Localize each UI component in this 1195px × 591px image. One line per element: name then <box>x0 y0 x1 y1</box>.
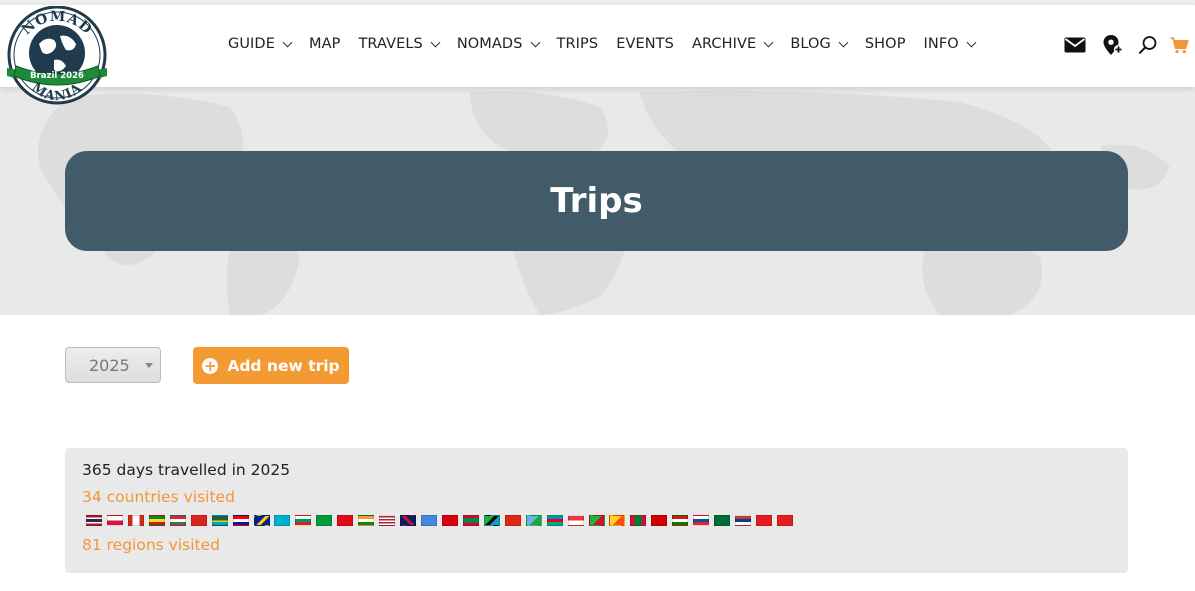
nomad-mania-logo[interactable]: NOMAD Brazil 2026 MANIA <box>4 5 110 112</box>
country-flag-icon[interactable] <box>735 515 752 526</box>
main-nav: GUIDE MAP TRAVELS NOMADS TRIPS EVENTS ARCHIVE B… <box>228 36 993 52</box>
country-flag-icon[interactable] <box>190 515 207 526</box>
country-flag-icon[interactable] <box>421 515 437 526</box>
country-flag-icon[interactable] <box>525 515 542 526</box>
chevron-down-icon <box>282 37 293 47</box>
country-flag-icon[interactable] <box>274 515 291 526</box>
country-flag-icon[interactable] <box>253 515 270 526</box>
chevron-down-icon <box>530 37 540 47</box>
country-flag-icon[interactable] <box>546 515 563 526</box>
country-flag-icon[interactable] <box>169 515 186 526</box>
site-header: GUIDE MAP TRAVELS NOMADS TRIPS EVENTS ARCHIVE B… <box>0 5 1195 87</box>
country-flag-icon[interactable] <box>358 515 375 526</box>
nav-item-label: EVENTS <box>616 36 674 52</box>
country-flag-icon[interactable] <box>462 515 479 526</box>
chevron-down-icon <box>145 363 153 368</box>
nav-item-events[interactable]: EVENTS <box>616 36 674 52</box>
nav-item-label: ARCHIVE <box>691 36 757 52</box>
page-title: Trips <box>550 181 643 221</box>
country-flag-icon[interactable] <box>337 515 354 526</box>
chevron-down-icon <box>966 37 977 47</box>
nav-item-label: TRAVELS <box>358 36 423 52</box>
country-flag-icon[interactable] <box>504 515 521 526</box>
country-flags-row <box>86 515 1111 527</box>
country-flag-icon[interactable] <box>400 515 417 526</box>
nav-item-label: TRIPS <box>556 36 599 52</box>
chevron-down-icon <box>763 37 774 47</box>
search-icon[interactable] <box>1138 35 1158 55</box>
country-flag-icon[interactable] <box>295 515 312 526</box>
year-select-value: 2025 <box>89 355 130 375</box>
chevron-down-icon <box>838 37 849 47</box>
country-flag-icon[interactable] <box>693 515 710 526</box>
cart-icon[interactable] <box>1170 36 1189 54</box>
country-flag-icon[interactable] <box>609 515 626 526</box>
nav-item-archive[interactable]: ARCHIVE <box>691 36 774 52</box>
nav-item-label: GUIDE <box>228 36 275 52</box>
country-flag-icon[interactable] <box>441 515 458 526</box>
nav-item-blog[interactable]: BLOG <box>790 36 849 52</box>
chevron-down-icon <box>430 37 441 47</box>
mail-icon[interactable] <box>1064 37 1086 53</box>
add-new-trip-button[interactable]: + Add new trip <box>193 347 349 384</box>
country-flag-icon[interactable] <box>316 515 333 526</box>
country-flag-icon[interactable] <box>86 515 102 526</box>
add-new-trip-label: Add new trip <box>227 356 340 375</box>
country-flag-icon[interactable] <box>567 515 584 526</box>
header-icons <box>1064 34 1189 56</box>
country-flag-icon[interactable] <box>148 515 165 526</box>
country-flag-icon[interactable] <box>588 515 605 526</box>
country-flag-icon[interactable] <box>379 515 396 526</box>
nav-item-shop[interactable]: SHOP <box>865 36 906 52</box>
country-flag-icon[interactable] <box>756 515 772 526</box>
nav-item-map[interactable]: MAP <box>309 36 340 52</box>
nav-item-label: NOMADS <box>456 36 523 52</box>
page-title-banner: Trips <box>65 151 1128 251</box>
nav-item-label: SHOP <box>864 36 906 52</box>
nav-item-travels[interactable]: TRAVELS <box>358 36 441 52</box>
country-flag-icon[interactable] <box>232 515 249 526</box>
nav-item-label: INFO <box>923 36 959 52</box>
nav-item-guide[interactable]: GUIDE <box>228 36 293 52</box>
nav-item-label: MAP <box>308 36 341 52</box>
days-travelled-text: 365 days travelled in 2025 <box>82 461 291 479</box>
nav-item-label: BLOG <box>790 36 831 52</box>
countries-visited-link[interactable]: 34 countries visited <box>82 488 1111 507</box>
add-location-icon[interactable] <box>1102 34 1124 56</box>
nav-item-trips[interactable]: TRIPS <box>557 36 599 52</box>
country-flag-icon[interactable] <box>127 515 144 526</box>
country-flag-icon[interactable] <box>776 515 793 526</box>
plus-circle-icon: + <box>202 356 219 375</box>
trip-stats-panel: 365 days travelled in 2025 34 countries … <box>65 448 1128 573</box>
regions-visited-link[interactable]: 81 regions visited <box>82 536 1111 555</box>
year-select[interactable]: 2025 <box>65 347 161 383</box>
country-flag-icon[interactable] <box>483 515 500 526</box>
country-flag-icon[interactable] <box>651 515 668 526</box>
svg-text:Brazil 2026: Brazil 2026 <box>30 71 84 81</box>
country-flag-icon[interactable] <box>630 515 647 526</box>
country-flag-icon[interactable] <box>211 515 228 526</box>
nav-item-nomads[interactable]: NOMADS <box>456 36 540 52</box>
country-flag-icon[interactable] <box>672 515 689 526</box>
country-flag-icon[interactable] <box>714 515 731 526</box>
country-flag-icon[interactable] <box>106 515 123 526</box>
nav-item-info[interactable]: INFO <box>923 36 977 52</box>
